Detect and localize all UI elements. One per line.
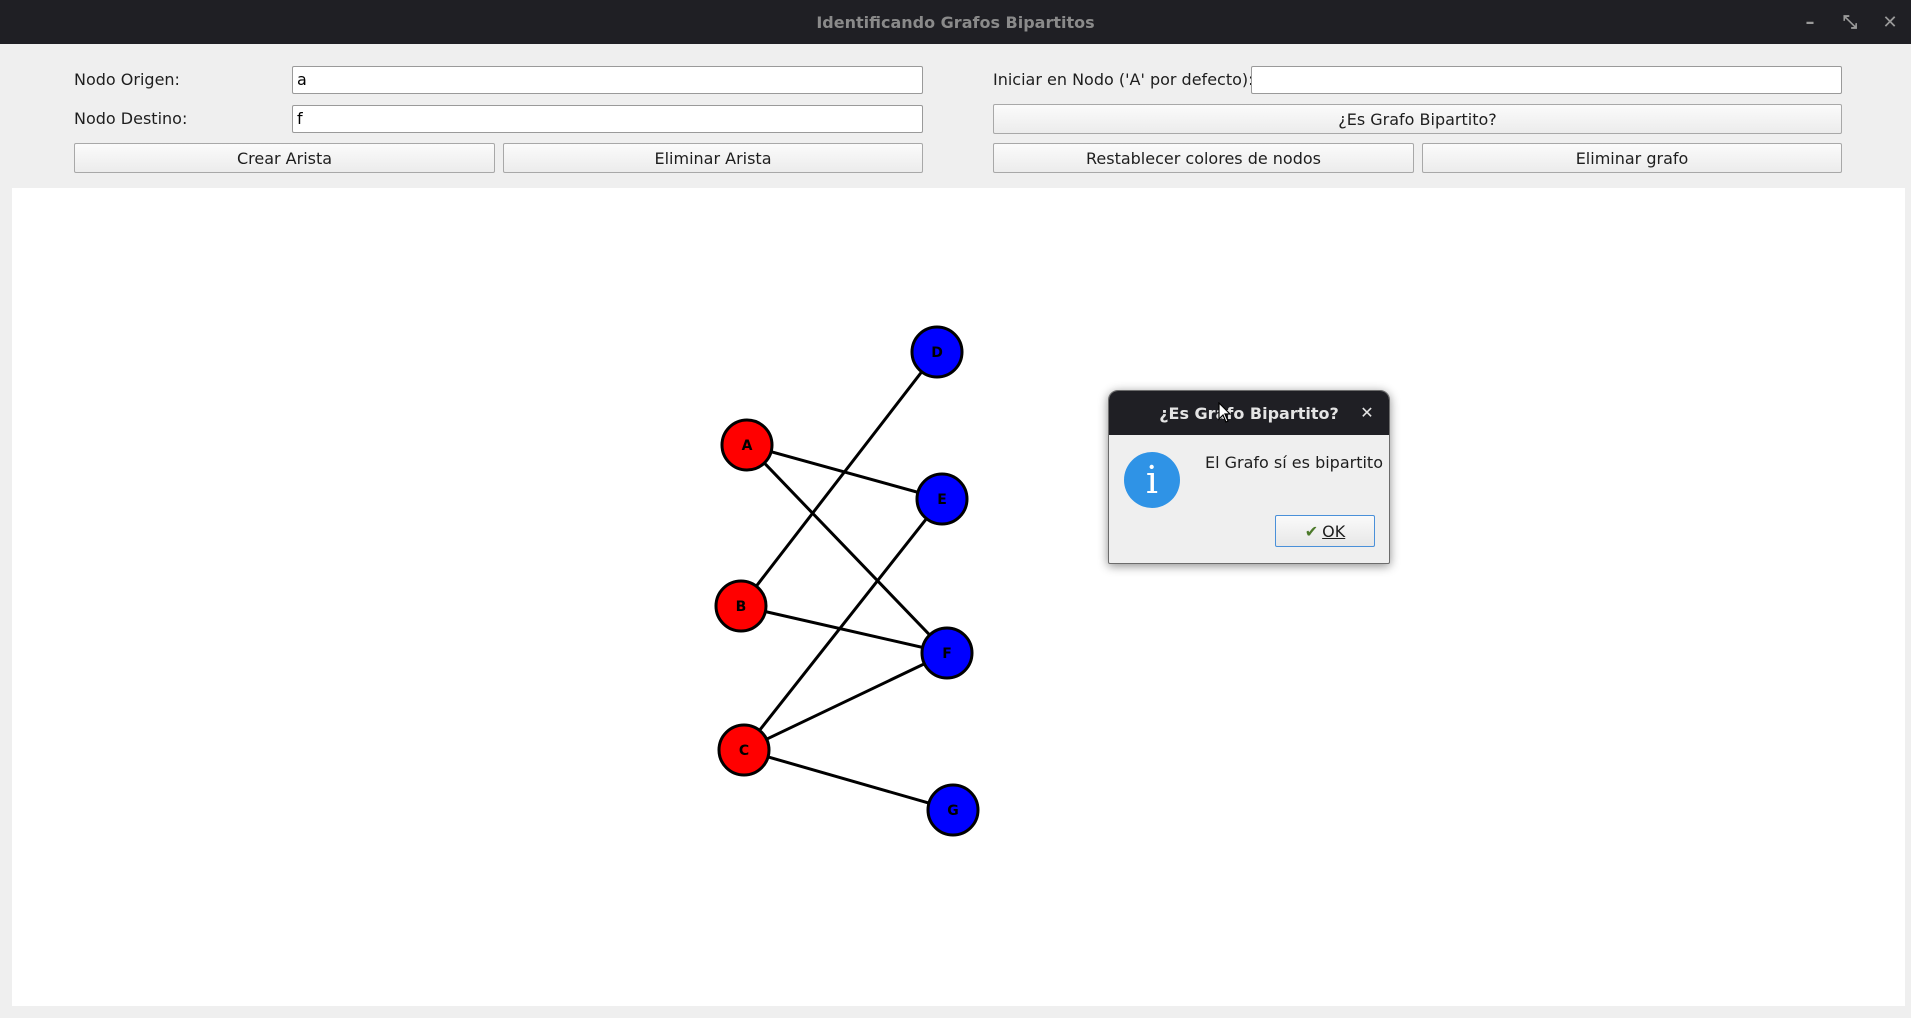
node-label-d: D xyxy=(931,345,943,361)
info-icon: i xyxy=(1124,452,1180,508)
node-label-b: B xyxy=(736,599,747,615)
node-label-f: F xyxy=(942,646,952,662)
check-icon: ✔ xyxy=(1304,521,1319,541)
check-bipartite-button[interactable]: ¿Es Grafo Bipartito? xyxy=(993,104,1842,134)
destination-input[interactable]: f xyxy=(292,105,923,133)
origin-input[interactable]: a xyxy=(292,66,923,94)
edge-c-g xyxy=(743,748,954,812)
node-label-c: C xyxy=(739,743,749,759)
ok-label: OK xyxy=(1322,521,1346,541)
start-node-input[interactable] xyxy=(1251,66,1842,94)
node-label-e: E xyxy=(937,492,947,508)
app-window: Identificando Grafos Bipartitos – ⤡ ✕ No… xyxy=(0,0,1911,1018)
window-controls: – ⤡ ✕ xyxy=(1785,0,1905,44)
dialog-message: El Grafo sí es bipartito xyxy=(1205,453,1383,472)
delete-graph-button[interactable]: Eliminar grafo xyxy=(1422,143,1842,173)
dialog-title-bar[interactable]: ¿Es Grafo Bipartito? xyxy=(1109,391,1389,435)
delete-edge-button[interactable]: Eliminar Arista xyxy=(503,143,923,173)
minimize-icon[interactable]: – xyxy=(1795,7,1825,37)
node-label-g: G xyxy=(947,803,959,819)
title-bar[interactable]: Identificando Grafos Bipartitos – ⤡ ✕ xyxy=(0,0,1911,44)
dialog-close-icon[interactable]: ✕ xyxy=(1355,401,1379,425)
node-label-a: A xyxy=(742,438,753,454)
destination-label: Nodo Destino: xyxy=(74,109,188,128)
mouse-cursor-icon xyxy=(1218,402,1232,423)
graph-canvas[interactable]: D A E B F C G xyxy=(12,188,1905,1006)
bipartite-dialog: ¿Es Grafo Bipartito? ✕ i El Grafo sí es … xyxy=(1108,390,1390,564)
edge-b-f xyxy=(740,604,948,655)
reset-colors-button[interactable]: Restablecer colores de nodos xyxy=(993,143,1414,173)
edge-b-d xyxy=(739,351,939,607)
start-node-label: Iniciar en Nodo ('A' por defecto): xyxy=(993,70,1254,89)
origin-label: Nodo Origen: xyxy=(74,70,180,89)
create-edge-button[interactable]: Crear Arista xyxy=(74,143,495,173)
close-icon[interactable]: ✕ xyxy=(1875,7,1905,37)
dialog-title: ¿Es Grafo Bipartito? xyxy=(1159,403,1339,423)
restore-icon[interactable]: ⤡ xyxy=(1835,7,1865,37)
graph-svg: D A E B F C G xyxy=(714,325,980,837)
edge-c-e xyxy=(742,498,944,751)
edge-c-f xyxy=(743,651,948,752)
ok-button[interactable]: ✔ OK xyxy=(1275,515,1375,547)
window-title: Identificando Grafos Bipartitos xyxy=(816,12,1095,32)
